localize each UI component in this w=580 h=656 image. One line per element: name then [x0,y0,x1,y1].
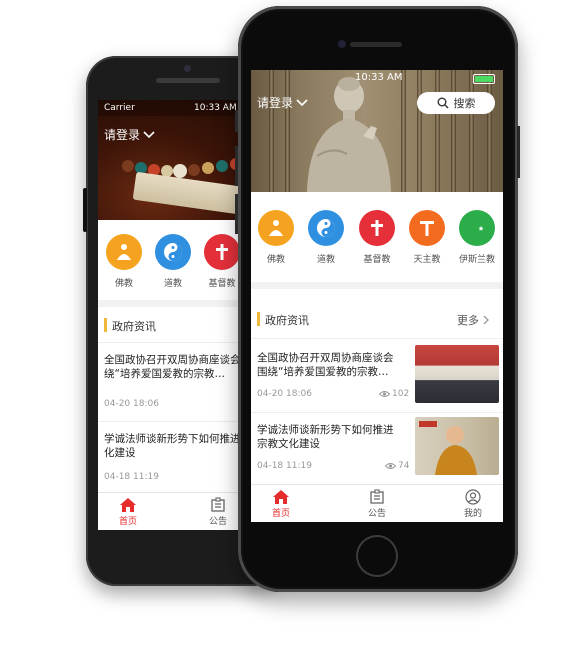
category-label: 佛教 [114,279,133,289]
home-icon [273,490,289,504]
mute-switch [235,110,238,132]
buddha-statue-image [307,77,391,192]
buddha-icon [258,210,294,246]
news-item[interactable]: 全国政协召开双周协商座谈会 围绕“培养爱国爱教的宗教… 04-20 18:06 … [251,339,503,411]
search-button[interactable]: 搜索 [417,92,495,114]
category-label: 佛教 [266,255,285,265]
carrier-label: Carrier [104,103,135,113]
tab-home[interactable]: 首页 [98,497,158,527]
status-bar: 10:33 AM [251,70,503,86]
category-catholicism[interactable]: 天主教 [402,210,452,265]
crescent-star-icon [459,210,495,246]
volume-down-button [235,194,238,234]
profile-icon [465,489,481,505]
views-count: 102 [392,389,410,399]
category-label: 基督教 [363,255,391,265]
category-label: 道教 [316,255,335,265]
tab-home[interactable]: 首页 [251,489,311,519]
banner-image-buddha-statue[interactable] [251,70,503,192]
search-icon [437,97,449,109]
category-taoism[interactable]: 道教 [301,210,351,265]
tab-bar: 首页 公告 我的 [251,484,503,522]
tab-label: 公告 [367,509,386,519]
category-row: 佛教 道教 基督教 天主教 伊斯兰教 [251,192,503,274]
front-camera [184,65,191,72]
section-title: 政府资讯 [112,320,156,333]
announcement-icon [211,497,225,512]
category-christianity[interactable]: 基督教 [352,210,402,265]
section-title: 政府资讯 [265,314,309,327]
login-label: 请登录 [257,96,294,110]
category-taoism[interactable]: 道教 [148,234,198,289]
catholic-cross-icon [409,210,445,246]
tab-label: 首页 [271,509,290,519]
news-date: 04-18 11:19 [257,461,312,471]
earpiece-speaker [156,78,220,83]
battery-icon [473,74,495,84]
chevron-right-icon [483,315,489,325]
category-label: 道教 [163,279,182,289]
front-camera [338,40,346,48]
eye-icon [379,391,390,397]
category-buddhism[interactable]: 佛教 [251,210,301,265]
iphone-screen: 10:33 AM 请登录 搜索 佛教 道教 基督教 天主教 伊斯兰教 政府资讯 … [251,70,503,522]
status-time: 10:33 AM [194,103,237,113]
category-islam[interactable]: 伊斯兰教 [452,210,502,265]
news-date: 04-20 18:06 [104,399,159,409]
cross-icon [204,234,240,270]
news-views: 74 [385,461,409,471]
home-button[interactable] [356,535,398,577]
category-buddhism[interactable]: 佛教 [99,234,149,289]
news-thumbnail-monk [415,417,499,475]
side-button [83,188,87,232]
chevron-down-icon [296,98,308,106]
search-label: 搜索 [453,97,476,110]
tab-announcement[interactable]: 公告 [347,489,407,519]
volume-up-button [235,146,238,186]
status-time: 10:33 AM [355,72,403,83]
news-date: 04-18 11:19 [104,472,159,482]
views-count: 74 [398,461,410,471]
power-button [517,126,520,178]
news-views: 102 [379,389,409,399]
section-accent-bar [257,312,260,326]
login-label: 请登录 [104,128,141,142]
eye-icon [385,463,396,469]
news-item[interactable]: 学诚法师谈新形势下如何推进 宗教文化建设 04-18 11:19 74 [251,413,503,485]
yinyang-icon [155,234,191,270]
news-title: 全国政协召开双周协商座谈会 围绕“培养爱国爱教的宗教… [257,352,394,378]
more-label: 更多 [457,314,479,327]
news-thumbnail-meeting [415,345,499,403]
announcement-icon [370,489,384,504]
login-button[interactable]: 请登录 [257,94,308,111]
chevron-down-icon [143,130,155,138]
category-label: 天主教 [413,255,441,265]
buddha-icon [106,234,142,270]
section-divider [251,282,503,289]
yinyang-icon [308,210,344,246]
section-accent-bar [104,318,107,332]
news-title: 学诚法师谈新形势下如何推进 宗教文化建设 [257,424,394,450]
news-date: 04-20 18:06 [257,389,312,399]
tab-label: 我的 [463,509,482,519]
home-icon [120,498,136,512]
cross-icon [359,210,395,246]
iphone-mockup: 10:33 AM 请登录 搜索 佛教 道教 基督教 天主教 伊斯兰教 政府资讯 … [235,6,520,592]
tab-profile[interactable]: 我的 [443,489,503,519]
more-link[interactable]: 更多 [457,312,489,328]
login-button[interactable]: 请登录 [104,126,155,143]
category-label: 伊斯兰教 [458,255,495,265]
earpiece-speaker [350,42,402,47]
tab-label: 首页 [118,517,137,527]
